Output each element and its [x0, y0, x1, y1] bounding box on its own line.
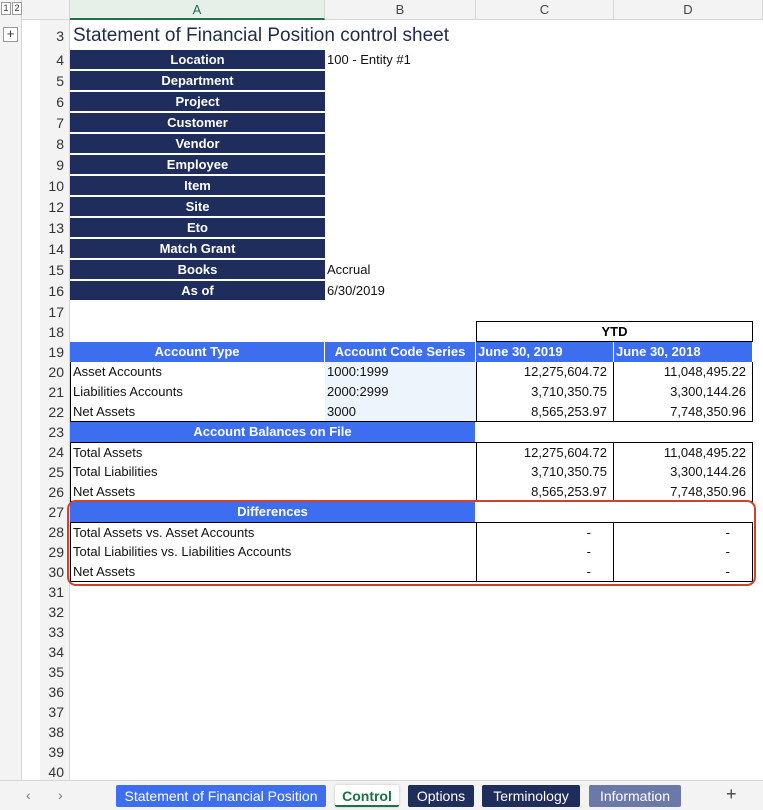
account-code-cell[interactable]: 2000:2999	[325, 382, 476, 402]
filter-label-location[interactable]: Location	[70, 50, 325, 70]
row-number[interactable]: 22	[40, 402, 70, 422]
row-number[interactable]: 40	[40, 762, 70, 782]
header-june-2018[interactable]: June 30, 2018	[614, 342, 753, 362]
differences-highlight-box	[67, 500, 756, 586]
add-sheet-icon[interactable]: +	[726, 784, 737, 805]
filter-label-site[interactable]: Site	[70, 197, 325, 217]
column-header-d[interactable]: D	[614, 0, 763, 20]
balance-label[interactable]: Net Assets	[70, 482, 476, 502]
row-number[interactable]: 16	[40, 281, 70, 301]
row-number[interactable]: 10	[40, 176, 70, 196]
balance-value-2018[interactable]: 7,748,350.96	[614, 482, 753, 502]
header-june-2019[interactable]: June 30, 2019	[476, 342, 614, 362]
column-header-c[interactable]: C	[476, 0, 614, 20]
row-number[interactable]: 35	[40, 662, 70, 682]
tab-scroll-left-icon[interactable]: ‹	[26, 787, 31, 803]
filter-label-vendor[interactable]: Vendor	[70, 134, 325, 154]
row-number[interactable]: 5	[40, 71, 70, 91]
header-account-type[interactable]: Account Type	[70, 342, 325, 362]
row-number[interactable]: 31	[40, 582, 70, 602]
tab-scroll-right-icon[interactable]: ›	[58, 787, 63, 803]
account-value-2018[interactable]: 11,048,495.22	[614, 362, 753, 382]
row-number[interactable]: 23	[40, 422, 70, 442]
tab-options[interactable]: Options	[408, 785, 474, 807]
row-number[interactable]: 24	[40, 442, 70, 462]
row-number[interactable]: 20	[40, 362, 70, 382]
row-number[interactable]: 38	[40, 722, 70, 742]
row-number[interactable]: 7	[40, 113, 70, 133]
tab-terminology[interactable]: Terminology	[482, 785, 580, 807]
row-number[interactable]: 12	[40, 197, 70, 217]
balance-value-2018[interactable]: 3,300,144.26	[614, 462, 753, 482]
row-number[interactable]: 8	[40, 134, 70, 154]
row-number[interactable]: 26	[40, 482, 70, 502]
account-value-2019[interactable]: 3,710,350.75	[476, 382, 614, 402]
balances-header[interactable]: Account Balances on File	[70, 422, 476, 442]
row-number[interactable]: 28	[40, 522, 70, 542]
outline-gutter	[0, 0, 22, 780]
account-code-cell[interactable]: 3000	[325, 402, 476, 422]
outline-level-2-button[interactable]: 2	[12, 2, 22, 15]
account-code-cell[interactable]: 1000:1999	[325, 362, 476, 382]
balance-value-2019[interactable]: 12,275,604.72	[476, 442, 614, 462]
column-header-b[interactable]: B	[325, 0, 476, 20]
tab-statement-of-financial-position[interactable]: Statement of Financial Position	[116, 785, 326, 807]
row-number[interactable]: 34	[40, 642, 70, 662]
ytd-header[interactable]: YTD	[476, 321, 753, 342]
header-account-code-series[interactable]: Account Code Series	[325, 342, 476, 362]
row-number[interactable]: 36	[40, 682, 70, 702]
row-number[interactable]: 4	[40, 50, 70, 70]
filter-label-customer[interactable]: Customer	[70, 113, 325, 133]
filter-label-books[interactable]: Books	[70, 260, 325, 280]
account-value-2018[interactable]: 7,748,350.96	[614, 402, 753, 422]
row-number[interactable]: 13	[40, 218, 70, 238]
row-number[interactable]: 32	[40, 602, 70, 622]
row-number[interactable]: 37	[40, 702, 70, 722]
filter-label-eto[interactable]: Eto	[70, 218, 325, 238]
row-number[interactable]: 6	[40, 92, 70, 112]
tab-control[interactable]: Control	[335, 785, 399, 807]
filter-label-as-of[interactable]: As of	[70, 281, 325, 301]
filter-label-item[interactable]: Item	[70, 176, 325, 196]
select-all-corner[interactable]	[22, 0, 70, 20]
row-number[interactable]: 29	[40, 542, 70, 562]
row-number[interactable]: 33	[40, 622, 70, 642]
filter-label-employee[interactable]: Employee	[70, 155, 325, 175]
outline-level-1-button[interactable]: 1	[1, 2, 11, 15]
column-header-a[interactable]: A	[70, 0, 325, 20]
row-number[interactable]: 17	[40, 302, 70, 322]
balance-label[interactable]: Total Liabilities	[70, 462, 476, 482]
account-type-cell[interactable]: Liabilities Accounts	[70, 382, 325, 402]
filter-value-location[interactable]: 100 - Entity #1	[325, 50, 476, 70]
filter-value-as-of[interactable]: 6/30/2019	[325, 281, 476, 301]
row-number[interactable]: 14	[40, 239, 70, 259]
balance-label[interactable]: Total Assets	[70, 442, 476, 462]
account-type-cell[interactable]: Net Assets	[70, 402, 325, 422]
balance-value-2019[interactable]: 8,565,253.97	[476, 482, 614, 502]
balance-value-2018[interactable]: 11,048,495.22	[614, 442, 753, 462]
filter-label-match-grant[interactable]: Match Grant	[70, 239, 325, 259]
account-type-cell[interactable]: Asset Accounts	[70, 362, 325, 382]
row-number[interactable]: 27	[40, 502, 70, 522]
row-number[interactable]: 39	[40, 742, 70, 762]
filter-label-department[interactable]: Department	[70, 71, 325, 91]
row-number[interactable]: 21	[40, 382, 70, 402]
filter-value-books[interactable]: Accrual	[325, 260, 476, 280]
row-number[interactable]: 19	[40, 342, 70, 362]
balance-value-2019[interactable]: 3,710,350.75	[476, 462, 614, 482]
row-number[interactable]: 9	[40, 155, 70, 175]
row-number[interactable]: 3	[40, 26, 70, 46]
row-number[interactable]: 25	[40, 462, 70, 482]
filter-label-project[interactable]: Project	[70, 92, 325, 112]
sheet-tab-bar: ‹ › Statement of Financial Position Cont…	[0, 780, 763, 810]
tab-information[interactable]: Information	[589, 785, 681, 807]
account-value-2018[interactable]: 3,300,144.26	[614, 382, 753, 402]
sheet-title[interactable]: Statement of Financial Position control …	[73, 23, 573, 49]
account-value-2019[interactable]: 12,275,604.72	[476, 362, 614, 382]
account-value-2019[interactable]: 8,565,253.97	[476, 402, 614, 422]
row-number[interactable]: 30	[40, 562, 70, 582]
outline-expand-button[interactable]: +	[3, 27, 18, 42]
row-number[interactable]: 18	[40, 322, 70, 342]
row-number[interactable]: 15	[40, 260, 70, 280]
